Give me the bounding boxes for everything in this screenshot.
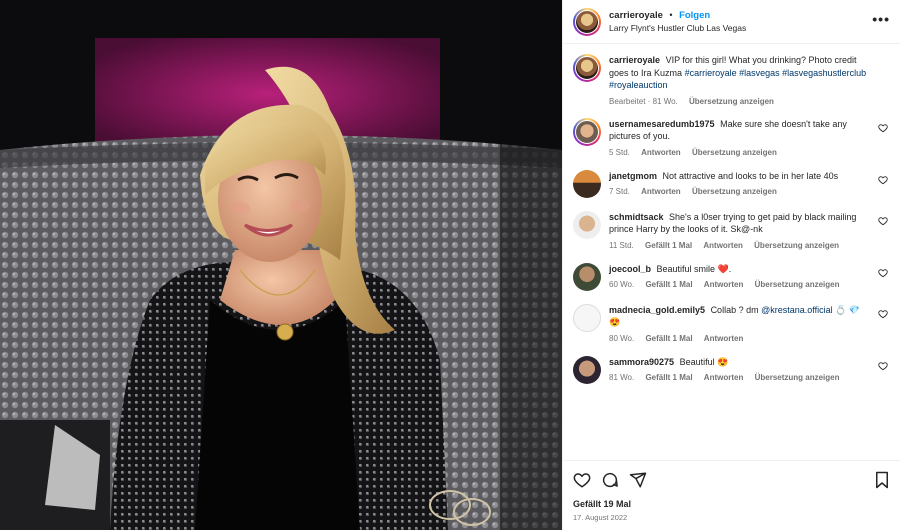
comment-meta: 60 Wo. Gefällt 1 Mal Antworten Übersetzu…: [609, 280, 849, 289]
comment-username[interactable]: madnecia_gold.emily5: [609, 305, 705, 315]
comment-time: 11 Std.: [609, 240, 634, 250]
author-avatar[interactable]: [573, 7, 601, 36]
author-avatar[interactable]: [573, 54, 601, 82]
comment-text: Beautiful smile ❤️.: [656, 263, 732, 274]
comment-text-block: janetgmom Not attractive and looks to be…: [609, 170, 838, 183]
heart-icon[interactable]: [573, 471, 591, 489]
commenter-avatar[interactable]: [573, 355, 601, 384]
translate-link[interactable]: Übersetzung anzeigen: [754, 241, 839, 250]
comment-item: schmidtsack She's a l0ser trying to get …: [573, 210, 890, 250]
comment-text: Collab ? dm: [710, 304, 759, 315]
commenter-avatar[interactable]: [573, 169, 601, 198]
comment-text-block: schmidtsack She's a l0ser trying to get …: [609, 211, 872, 236]
comment-meta: 5 Std. Antworten Übersetzung anzeigen: [609, 148, 872, 157]
comment-meta: 7 Std. Antworten Übersetzung anzeigen: [609, 187, 838, 196]
translate-link[interactable]: Übersetzung anzeigen: [755, 280, 840, 289]
author-meta: carrieroyale • Folgen Larry Flynt's Hust…: [609, 9, 746, 34]
comment-item: usernamesaredumb1975 Make sure she doesn…: [573, 117, 890, 157]
bookmark-icon[interactable]: [874, 471, 890, 489]
caption-edited: Bearbeitet · 81 Wo.: [609, 96, 678, 106]
like-comment-heart-icon[interactable]: [878, 175, 888, 185]
comment-item: madnecia_gold.emily5 Collab ? dm @kresta…: [573, 303, 890, 343]
like-comment-heart-icon[interactable]: [878, 123, 888, 133]
comment-time: 80 Wo.: [609, 333, 635, 343]
post-footer: Gefällt 19 Mal 17. August 2022: [563, 460, 900, 530]
comment-likes[interactable]: Gefällt 1 Mal: [645, 241, 692, 250]
comment-text-block: madnecia_gold.emily5 Collab ? dm @kresta…: [609, 304, 872, 329]
comment-username[interactable]: janetgmom: [609, 171, 657, 181]
photo-illustration: [0, 0, 562, 530]
commenter-avatar[interactable]: [573, 210, 601, 239]
comment-username[interactable]: usernamesaredumb1975: [609, 119, 715, 129]
comment-text: Not attractive and looks to be in her la…: [662, 170, 839, 181]
reply-button[interactable]: Antworten: [704, 373, 744, 382]
comment-time: 60 Wo.: [609, 280, 635, 289]
comment-time: 7 Std.: [609, 187, 630, 196]
comment-likes[interactable]: Gefällt 1 Mal: [645, 373, 692, 382]
comment-meta: 11 Std. Gefällt 1 Mal Antworten Übersetz…: [609, 241, 872, 250]
more-horizontal-icon[interactable]: •••: [872, 12, 890, 26]
comments-list[interactable]: carrieroyale VIP for this girl! What you…: [563, 44, 900, 460]
author-username[interactable]: carrieroyale: [609, 10, 663, 21]
reply-button[interactable]: Antworten: [641, 148, 681, 157]
comment-item: sammora90275 Beautiful 😍 81 Wo. Gefällt …: [573, 355, 890, 384]
commenter-avatar[interactable]: [573, 117, 601, 146]
action-bar: [573, 469, 890, 491]
comment-time: 81 Wo.: [609, 373, 635, 382]
caption: carrieroyale VIP for this girl! What you…: [573, 54, 890, 106]
instagram-post: carrieroyale • Folgen Larry Flynt's Hust…: [0, 0, 900, 530]
comment-likes[interactable]: Gefällt 1 Mal: [645, 334, 692, 343]
reply-button[interactable]: Antworten: [641, 187, 681, 196]
caption-meta: Bearbeitet · 81 Wo. Übersetzung anzeigen: [609, 97, 872, 106]
comment-username[interactable]: sammora90275: [609, 357, 674, 367]
comment-meta: 81 Wo. Gefällt 1 Mal Antworten Übersetzu…: [609, 373, 849, 382]
comment-meta: 80 Wo. Gefällt 1 Mal Antworten: [609, 334, 872, 343]
comment-item: joecool_b Beautiful smile ❤️. 60 Wo. Gef…: [573, 262, 890, 291]
reply-button[interactable]: Antworten: [704, 280, 744, 289]
post-photo[interactable]: [0, 0, 562, 530]
like-comment-heart-icon[interactable]: [878, 361, 888, 371]
translate-link[interactable]: Übersetzung anzeigen: [755, 373, 840, 382]
follow-button[interactable]: Folgen: [679, 10, 710, 21]
likes-count[interactable]: Gefällt 19 Mal: [573, 499, 890, 509]
post-header: carrieroyale • Folgen Larry Flynt's Hust…: [563, 0, 900, 44]
comment-icon[interactable]: [601, 471, 619, 489]
like-comment-heart-icon[interactable]: [878, 268, 888, 278]
translate-link[interactable]: Übersetzung anzeigen: [692, 148, 777, 157]
translate-link[interactable]: Übersetzung anzeigen: [692, 187, 777, 196]
reply-button[interactable]: Antworten: [703, 241, 743, 250]
commenter-avatar[interactable]: [573, 303, 601, 332]
like-comment-heart-icon[interactable]: [878, 216, 888, 226]
post-location[interactable]: Larry Flynt's Hustler Club Las Vegas: [609, 22, 746, 34]
reply-button[interactable]: Antworten: [704, 334, 744, 343]
share-icon[interactable]: [629, 471, 647, 489]
comment-username[interactable]: schmidtsack: [609, 212, 664, 222]
comment-text-block: usernamesaredumb1975 Make sure she doesn…: [609, 118, 872, 143]
caption-translate-link[interactable]: Übersetzung anzeigen: [689, 97, 774, 106]
comment-mention[interactable]: @krestana.official: [761, 305, 833, 315]
like-comment-heart-icon[interactable]: [878, 309, 888, 319]
post-date: 17. August 2022: [573, 513, 628, 522]
comment-username[interactable]: joecool_b: [609, 264, 651, 274]
commenter-avatar[interactable]: [573, 262, 601, 291]
comment-item: janetgmom Not attractive and looks to be…: [573, 169, 890, 198]
post-sidebar: carrieroyale • Folgen Larry Flynt's Hust…: [562, 0, 900, 530]
caption-username[interactable]: carrieroyale: [609, 55, 660, 65]
caption-text-block: carrieroyale VIP for this girl! What you…: [609, 54, 872, 92]
comment-text-block: joecool_b Beautiful smile ❤️.: [609, 263, 849, 276]
comment-text: Beautiful 😍: [679, 356, 729, 367]
separator-dot: •: [669, 10, 673, 20]
comment-text-block: sammora90275 Beautiful 😍: [609, 356, 849, 369]
comment-time: 5 Std.: [609, 147, 630, 157]
comment-likes[interactable]: Gefällt 1 Mal: [645, 280, 692, 289]
